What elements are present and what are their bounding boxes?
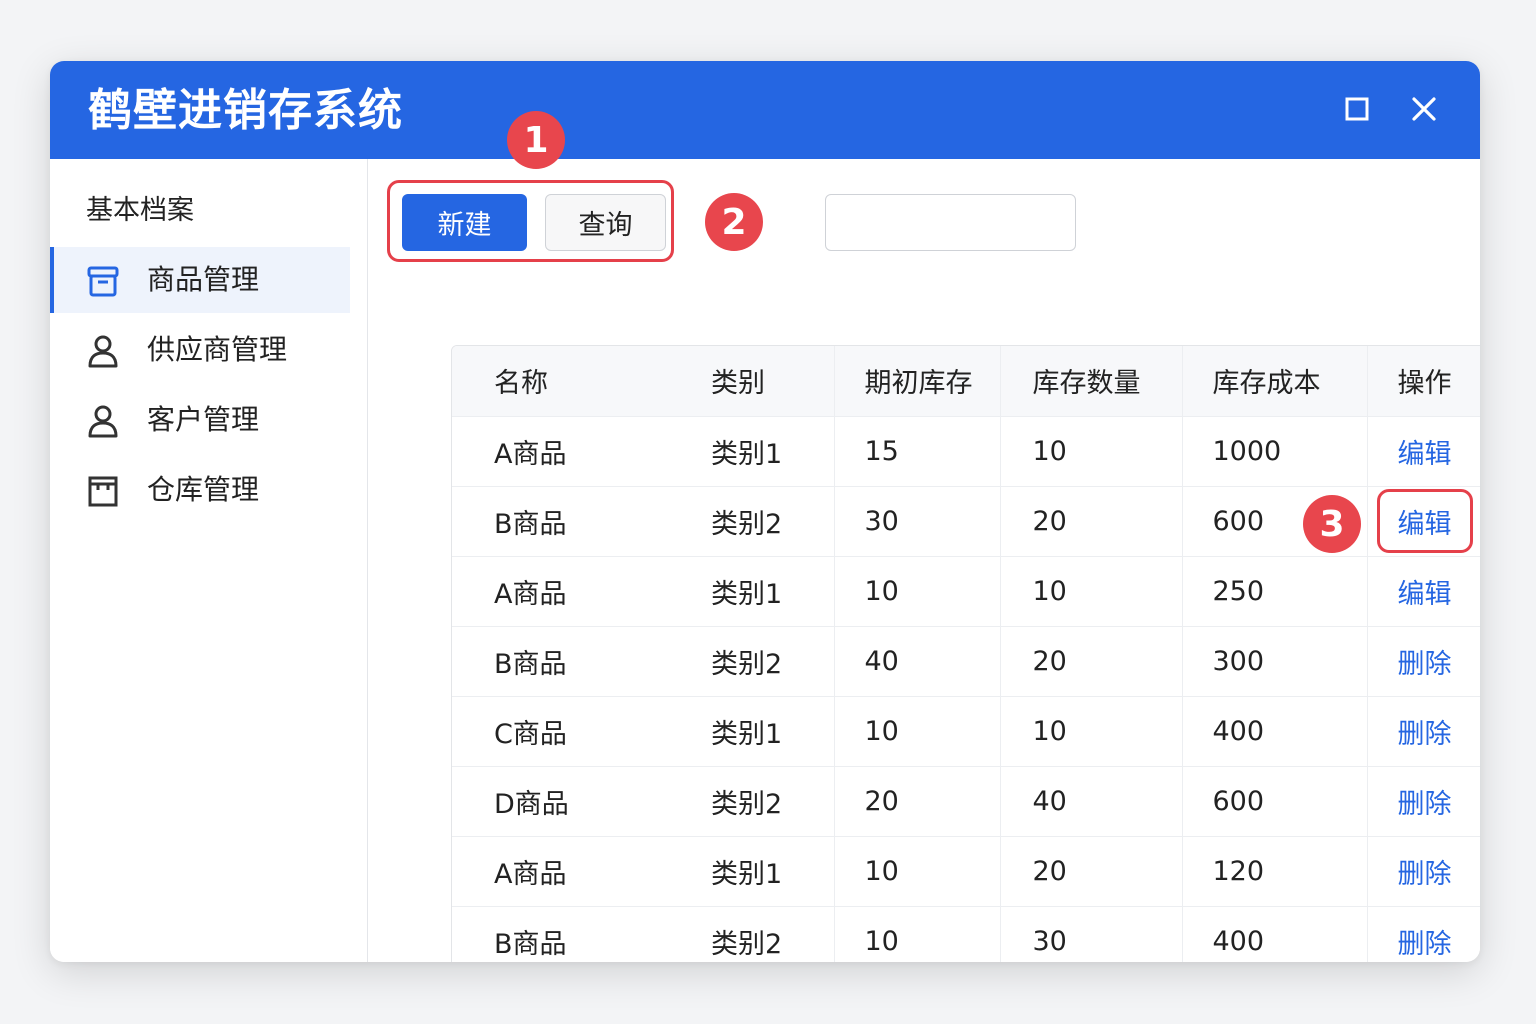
title-bar: 鹤壁进销存系统	[50, 61, 1480, 159]
cell-opening-stock: 10	[833, 696, 1000, 767]
column-header-stock-cost[interactable]: 库存成本	[1181, 346, 1367, 417]
delete-link[interactable]: 删除	[1366, 626, 1480, 697]
cell-category: 类别1	[669, 416, 834, 487]
sidebar-item-label: 供应商管理	[147, 333, 288, 366]
sidebar-heading: 基本档案	[86, 195, 194, 226]
sidebar-item-customers[interactable]: 客户管理	[50, 387, 350, 453]
sidebar-item-label: 客户管理	[147, 403, 260, 436]
cell-name: B商品	[452, 626, 669, 697]
callout-badge-1: 1	[507, 111, 565, 169]
cell-stock-quantity: 20	[999, 836, 1182, 907]
cell-opening-stock: 15	[833, 416, 1000, 487]
cell-name: C商品	[452, 696, 669, 767]
cell-name: A商品	[452, 556, 669, 627]
cell-stock-cost: 600	[1181, 766, 1367, 837]
callout-badge-3: 3	[1303, 495, 1361, 553]
delete-link[interactable]: 删除	[1366, 766, 1480, 837]
edit-link[interactable]: 编辑	[1366, 486, 1480, 557]
cell-opening-stock: 10	[833, 556, 1000, 627]
table-row: C商品 类别1 10 10 400 删除	[452, 696, 1480, 767]
maximize-button[interactable]	[1337, 89, 1377, 129]
cell-category: 类别1	[669, 696, 834, 767]
table-row: B商品 类别2 40 20 300 删除	[452, 626, 1480, 697]
close-icon	[1412, 97, 1436, 121]
cell-opening-stock: 40	[833, 626, 1000, 697]
cell-stock-cost: 300	[1181, 626, 1367, 697]
column-header-stock-quantity[interactable]: 库存数量	[999, 346, 1182, 417]
products-table: 名称 类别 期初库存 库存数量 库存成本 操作 A商品 类别1 15 10 10	[451, 345, 1480, 962]
cell-stock-quantity: 20	[999, 626, 1182, 697]
cell-opening-stock: 10	[833, 836, 1000, 907]
app-title: 鹤壁进销存系统	[88, 85, 403, 136]
sidebar-item-suppliers[interactable]: 供应商管理	[50, 317, 350, 383]
cell-name: B商品	[494, 928, 567, 960]
delete-link[interactable]: 删除	[1366, 836, 1480, 907]
new-button[interactable]: 新建	[402, 194, 527, 251]
cell-stock-quantity: 30	[999, 906, 1182, 962]
cell-stock-quantity: 10	[999, 696, 1182, 767]
cell-category: 类别2	[669, 766, 834, 837]
archive-box-icon	[87, 266, 119, 297]
cell-category: 类别2	[669, 486, 834, 557]
cell-stock-quantity: 20	[999, 486, 1182, 557]
cell-name: D商品	[452, 766, 669, 837]
cell-opening-stock: 30	[833, 486, 1000, 557]
cell-stock-quantity: 40	[999, 766, 1182, 837]
cell-stock-cost: 400	[1181, 906, 1367, 962]
cell-category: 类别2	[711, 928, 783, 960]
cell-stock-quantity: 10	[999, 556, 1182, 627]
search-input[interactable]	[825, 194, 1076, 251]
table-row: A商品 类别1 10 10 250 编辑	[452, 556, 1480, 627]
cell-stock-cost: 1000	[1181, 416, 1367, 487]
column-header-opening-stock[interactable]: 期初库存	[833, 346, 1000, 417]
cell-opening-stock: 10	[833, 906, 1000, 962]
cell-category: 类别2	[669, 626, 834, 697]
app-window: 鹤壁进销存系统 基本档案 商品管理 供应商管理 客户管理 仓库管理 1 新建 查…	[50, 61, 1480, 962]
edit-link[interactable]: 编辑	[1366, 556, 1480, 627]
cell-stock-quantity: 10	[999, 416, 1182, 487]
query-button[interactable]: 查询	[545, 194, 666, 251]
table-header-row: 名称 类别 期初库存 库存数量 库存成本 操作	[452, 346, 1480, 417]
column-header-name[interactable]: 名称	[452, 346, 669, 417]
callout-badge-2: 2	[705, 193, 763, 251]
cell-stock-cost: 250	[1181, 556, 1367, 627]
cell-name: B商品	[452, 486, 669, 557]
table-row: A商品 类别1 15 10 1000 编辑	[452, 416, 1480, 487]
sidebar-item-label: 商品管理	[147, 263, 260, 296]
cell-opening-stock: 20	[833, 766, 1000, 837]
table-row: D商品 类别2 20 40 600 删除	[452, 766, 1480, 837]
sidebar-item-warehouses[interactable]: 仓库管理	[50, 457, 350, 523]
maximize-icon	[1345, 97, 1369, 121]
table-row: A商品 类别1 10 20 120 删除	[452, 836, 1480, 907]
cell-name: A商品	[452, 836, 669, 907]
edit-link[interactable]: 编辑	[1366, 416, 1480, 487]
sidebar-item-products[interactable]: 商品管理	[50, 247, 350, 313]
column-header-actions: 操作	[1366, 346, 1480, 417]
delete-link[interactable]: 删除	[1366, 906, 1480, 962]
close-button[interactable]	[1404, 89, 1444, 129]
user-icon	[88, 405, 118, 438]
cell-name: A商品	[452, 416, 669, 487]
sidebar: 基本档案 商品管理 供应商管理 客户管理 仓库管理	[50, 159, 368, 962]
cell-stock-cost: 400	[1181, 696, 1367, 767]
cell-category: 类别1	[669, 836, 834, 907]
table-row: B商品 类别2 10 30 400 删除	[452, 906, 1480, 962]
column-header-category[interactable]: 类别	[669, 346, 834, 417]
user-icon	[88, 335, 118, 368]
cell-category: 类别1	[669, 556, 834, 627]
delete-link[interactable]: 删除	[1366, 696, 1480, 767]
warehouse-icon	[88, 476, 118, 507]
sidebar-item-label: 仓库管理	[147, 473, 260, 506]
cell-stock-cost: 120	[1181, 836, 1367, 907]
main-content: 1 新建 查询 2 名称 类别 期初库存 库存数量 库存成本 操作 A商品 类别…	[368, 111, 1480, 962]
